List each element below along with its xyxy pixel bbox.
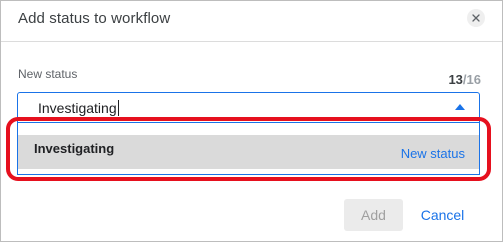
option-name: Investigating (34, 141, 115, 156)
close-icon (472, 14, 480, 22)
new-status-label: New status (18, 67, 78, 81)
dialog-header: Add status to workflow (1, 1, 502, 42)
counter-max: 16 (466, 72, 481, 87)
add-status-dialog: Add status to workflow New status 13/16 … (0, 0, 503, 242)
cancel-button[interactable]: Cancel (413, 199, 472, 231)
dialog-title: Add status to workflow (18, 10, 171, 27)
close-button[interactable] (467, 9, 485, 27)
counter-current: 13 (448, 72, 463, 87)
caret-up-icon[interactable] (455, 104, 465, 110)
character-counter: 13/16 (448, 72, 481, 87)
new-status-input-value: Investigating (38, 100, 119, 116)
option-new-status-tag: New status (400, 146, 465, 161)
dropdown-option[interactable]: Investigating New status (18, 135, 479, 169)
add-button[interactable]: Add (344, 199, 403, 231)
input-value-text: Investigating (38, 100, 117, 116)
text-cursor (117, 100, 119, 116)
status-dropdown: Investigating New status (17, 123, 480, 175)
new-status-input[interactable]: Investigating (17, 92, 480, 123)
